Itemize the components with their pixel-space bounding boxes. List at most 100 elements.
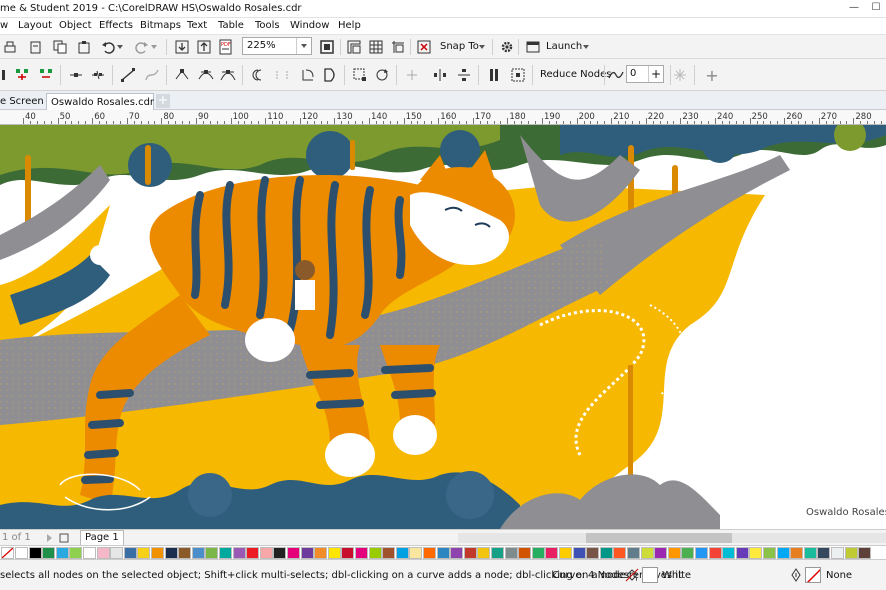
- cusp-node-icon[interactable]: [174, 67, 190, 83]
- color-swatch[interactable]: [667, 547, 681, 559]
- color-swatch[interactable]: [776, 547, 790, 559]
- color-swatch[interactable]: [844, 547, 858, 559]
- color-swatch[interactable]: [178, 547, 192, 559]
- color-swatch[interactable]: [817, 547, 831, 559]
- color-swatch[interactable]: [83, 547, 96, 559]
- convert-to-curve-icon[interactable]: [144, 67, 160, 83]
- color-swatch[interactable]: [790, 547, 804, 559]
- launch-label[interactable]: Launch: [546, 41, 582, 52]
- color-swatch[interactable]: [151, 547, 164, 559]
- color-swatch[interactable]: [15, 547, 28, 559]
- redo-icon[interactable]: [134, 39, 150, 55]
- fill-bucket-icon[interactable]: [624, 567, 640, 583]
- color-swatch[interactable]: [586, 547, 600, 559]
- color-swatch[interactable]: [423, 547, 436, 559]
- page-tab-page-1[interactable]: Page 1: [80, 530, 124, 546]
- align-nodes-icon[interactable]: [404, 67, 420, 83]
- color-swatch[interactable]: [55, 547, 69, 559]
- rotate-nodes-icon[interactable]: [374, 67, 390, 83]
- show-guidelines-icon[interactable]: [390, 39, 406, 55]
- undo-icon[interactable]: [100, 39, 116, 55]
- add-page-icon[interactable]: [58, 530, 70, 546]
- color-swatch[interactable]: [531, 547, 545, 559]
- mirror-vertical-icon[interactable]: [456, 67, 472, 83]
- color-swatch[interactable]: [137, 547, 151, 559]
- plus-icon[interactable]: +: [648, 66, 663, 82]
- extend-curve-to-close-icon[interactable]: [274, 67, 290, 83]
- color-swatch[interactable]: [831, 547, 844, 559]
- color-swatch[interactable]: [287, 547, 300, 559]
- color-swatch[interactable]: [205, 547, 219, 559]
- color-swatch[interactable]: [232, 547, 246, 559]
- export-icon[interactable]: [196, 39, 212, 55]
- color-swatch[interactable]: [436, 547, 450, 559]
- color-swatch[interactable]: [613, 547, 627, 559]
- color-swatch[interactable]: [110, 547, 124, 559]
- pen-nib-icon[interactable]: [788, 567, 804, 583]
- next-page-icon[interactable]: [44, 530, 56, 546]
- color-swatch[interactable]: [382, 547, 396, 559]
- color-swatch[interactable]: [640, 547, 654, 559]
- cut-icon[interactable]: [28, 39, 44, 55]
- horizontal-ruler[interactable]: 40 50 60 70 80 90 100 110 120 130 140 150 160 170 180 1…: [0, 110, 886, 125]
- color-swatch[interactable]: [450, 547, 464, 559]
- color-swatch[interactable]: [735, 547, 749, 559]
- color-swatch[interactable]: [327, 547, 341, 559]
- color-swatch[interactable]: [695, 547, 708, 559]
- show-rulers-icon[interactable]: [346, 39, 362, 55]
- scrollbar-thumb[interactable]: [586, 533, 732, 543]
- copy-icon[interactable]: [52, 39, 68, 55]
- mirror-horizontal-icon[interactable]: [432, 67, 448, 83]
- color-swatch[interactable]: [749, 547, 763, 559]
- tab-oswaldo-rosales[interactable]: Oswaldo Rosales.cdr: [46, 93, 154, 111]
- snap-to-dropdown-icon[interactable]: [478, 39, 486, 55]
- color-swatch[interactable]: [681, 547, 695, 559]
- color-swatch[interactable]: [300, 547, 314, 559]
- redo-dropdown-icon[interactable]: [150, 39, 158, 55]
- undo-dropdown-icon[interactable]: [116, 39, 124, 55]
- color-swatch[interactable]: [246, 547, 260, 559]
- no-color-swatch[interactable]: [1, 547, 14, 559]
- break-curve-icon[interactable]: [90, 67, 106, 83]
- minimize-button[interactable]: —: [846, 2, 862, 14]
- zoom-level-field[interactable]: 225%: [242, 37, 312, 55]
- menu-bitmaps[interactable]: Bitmaps: [140, 20, 181, 31]
- chevron-down-icon[interactable]: [296, 38, 311, 54]
- new-tab-plus-icon[interactable]: +: [156, 94, 170, 108]
- selection-mode-icon[interactable]: [0, 67, 12, 83]
- color-swatch[interactable]: [42, 547, 56, 559]
- color-swatch[interactable]: [599, 547, 613, 559]
- menu-object[interactable]: Object: [59, 20, 92, 31]
- color-swatch[interactable]: [858, 547, 872, 559]
- stretch-nodes-icon[interactable]: [352, 67, 368, 83]
- snap-to-icon[interactable]: [416, 39, 432, 55]
- smooth-node-icon[interactable]: [198, 67, 214, 83]
- menu-help[interactable]: Help: [338, 20, 361, 31]
- launch-dropdown-icon[interactable]: [582, 39, 590, 55]
- menu-effects[interactable]: Effects: [99, 20, 133, 31]
- color-swatch[interactable]: [627, 547, 640, 559]
- horizontal-scrollbar[interactable]: [458, 533, 886, 543]
- color-swatch[interactable]: [69, 547, 83, 559]
- color-swatch[interactable]: [803, 547, 817, 559]
- color-swatch[interactable]: [545, 547, 559, 559]
- close-curve-icon[interactable]: [322, 67, 338, 83]
- color-swatch[interactable]: [654, 547, 668, 559]
- color-swatch[interactable]: [463, 547, 477, 559]
- color-swatch[interactable]: [28, 547, 42, 559]
- delete-node-icon[interactable]: [38, 67, 54, 83]
- color-swatch[interactable]: [341, 547, 355, 559]
- pdf-icon[interactable]: PDF: [218, 39, 234, 55]
- color-swatch[interactable]: [191, 547, 205, 559]
- menu-window[interactable]: Window: [290, 20, 329, 31]
- color-swatch[interactable]: [572, 547, 586, 559]
- gear-icon[interactable]: [499, 39, 515, 55]
- color-swatch[interactable]: [395, 547, 409, 559]
- join-nodes-icon[interactable]: [68, 67, 84, 83]
- color-swatch[interactable]: [314, 547, 328, 559]
- select-all-nodes-icon[interactable]: [510, 67, 526, 83]
- show-grid-icon[interactable]: [368, 39, 384, 55]
- elastic-mode-icon[interactable]: [486, 67, 502, 83]
- drawing-canvas[interactable]: Oswaldo Rosales: [0, 125, 886, 529]
- reduce-nodes-button[interactable]: Reduce Nodes: [540, 69, 611, 80]
